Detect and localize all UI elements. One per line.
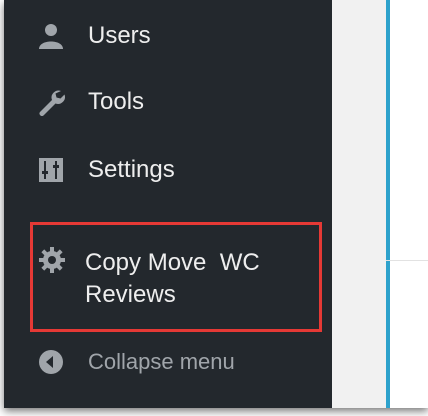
sidebar-item-copy-move-wc-reviews[interactable]: Copy Move WC Reviews	[30, 222, 322, 332]
copy-move-label-line1: Copy Move WC	[85, 249, 260, 276]
users-icon	[36, 21, 66, 51]
settings-sliders-icon	[36, 155, 66, 185]
collapse-menu-label: Collapse menu	[88, 349, 235, 374]
sidebar-item-label: Users	[88, 22, 151, 49]
wrench-icon	[36, 87, 66, 117]
collapse-menu-button[interactable]: Collapse menu	[4, 344, 332, 380]
sidebar-item-settings[interactable]: Settings	[4, 152, 332, 188]
collapse-arrow-icon	[36, 347, 66, 377]
content-gutter	[332, 0, 386, 408]
sidebar-item-tools[interactable]: Tools	[4, 84, 332, 120]
content-divider	[386, 260, 428, 261]
screenshot-frame: Users Tools Settings Copy Move WC Review…	[4, 0, 428, 408]
sidebar-item-label: Settings	[88, 156, 175, 183]
copy-move-label-line2: Reviews	[85, 281, 176, 308]
admin-sidebar: Users Tools Settings Copy Move WC Review…	[4, 0, 332, 408]
gear-icon	[37, 245, 67, 275]
sidebar-item-users[interactable]: Users	[4, 18, 332, 54]
content-panel	[386, 0, 428, 408]
sidebar-item-label: Tools	[88, 88, 145, 115]
copy-move-label: Copy Move WC Reviews	[85, 247, 260, 311]
